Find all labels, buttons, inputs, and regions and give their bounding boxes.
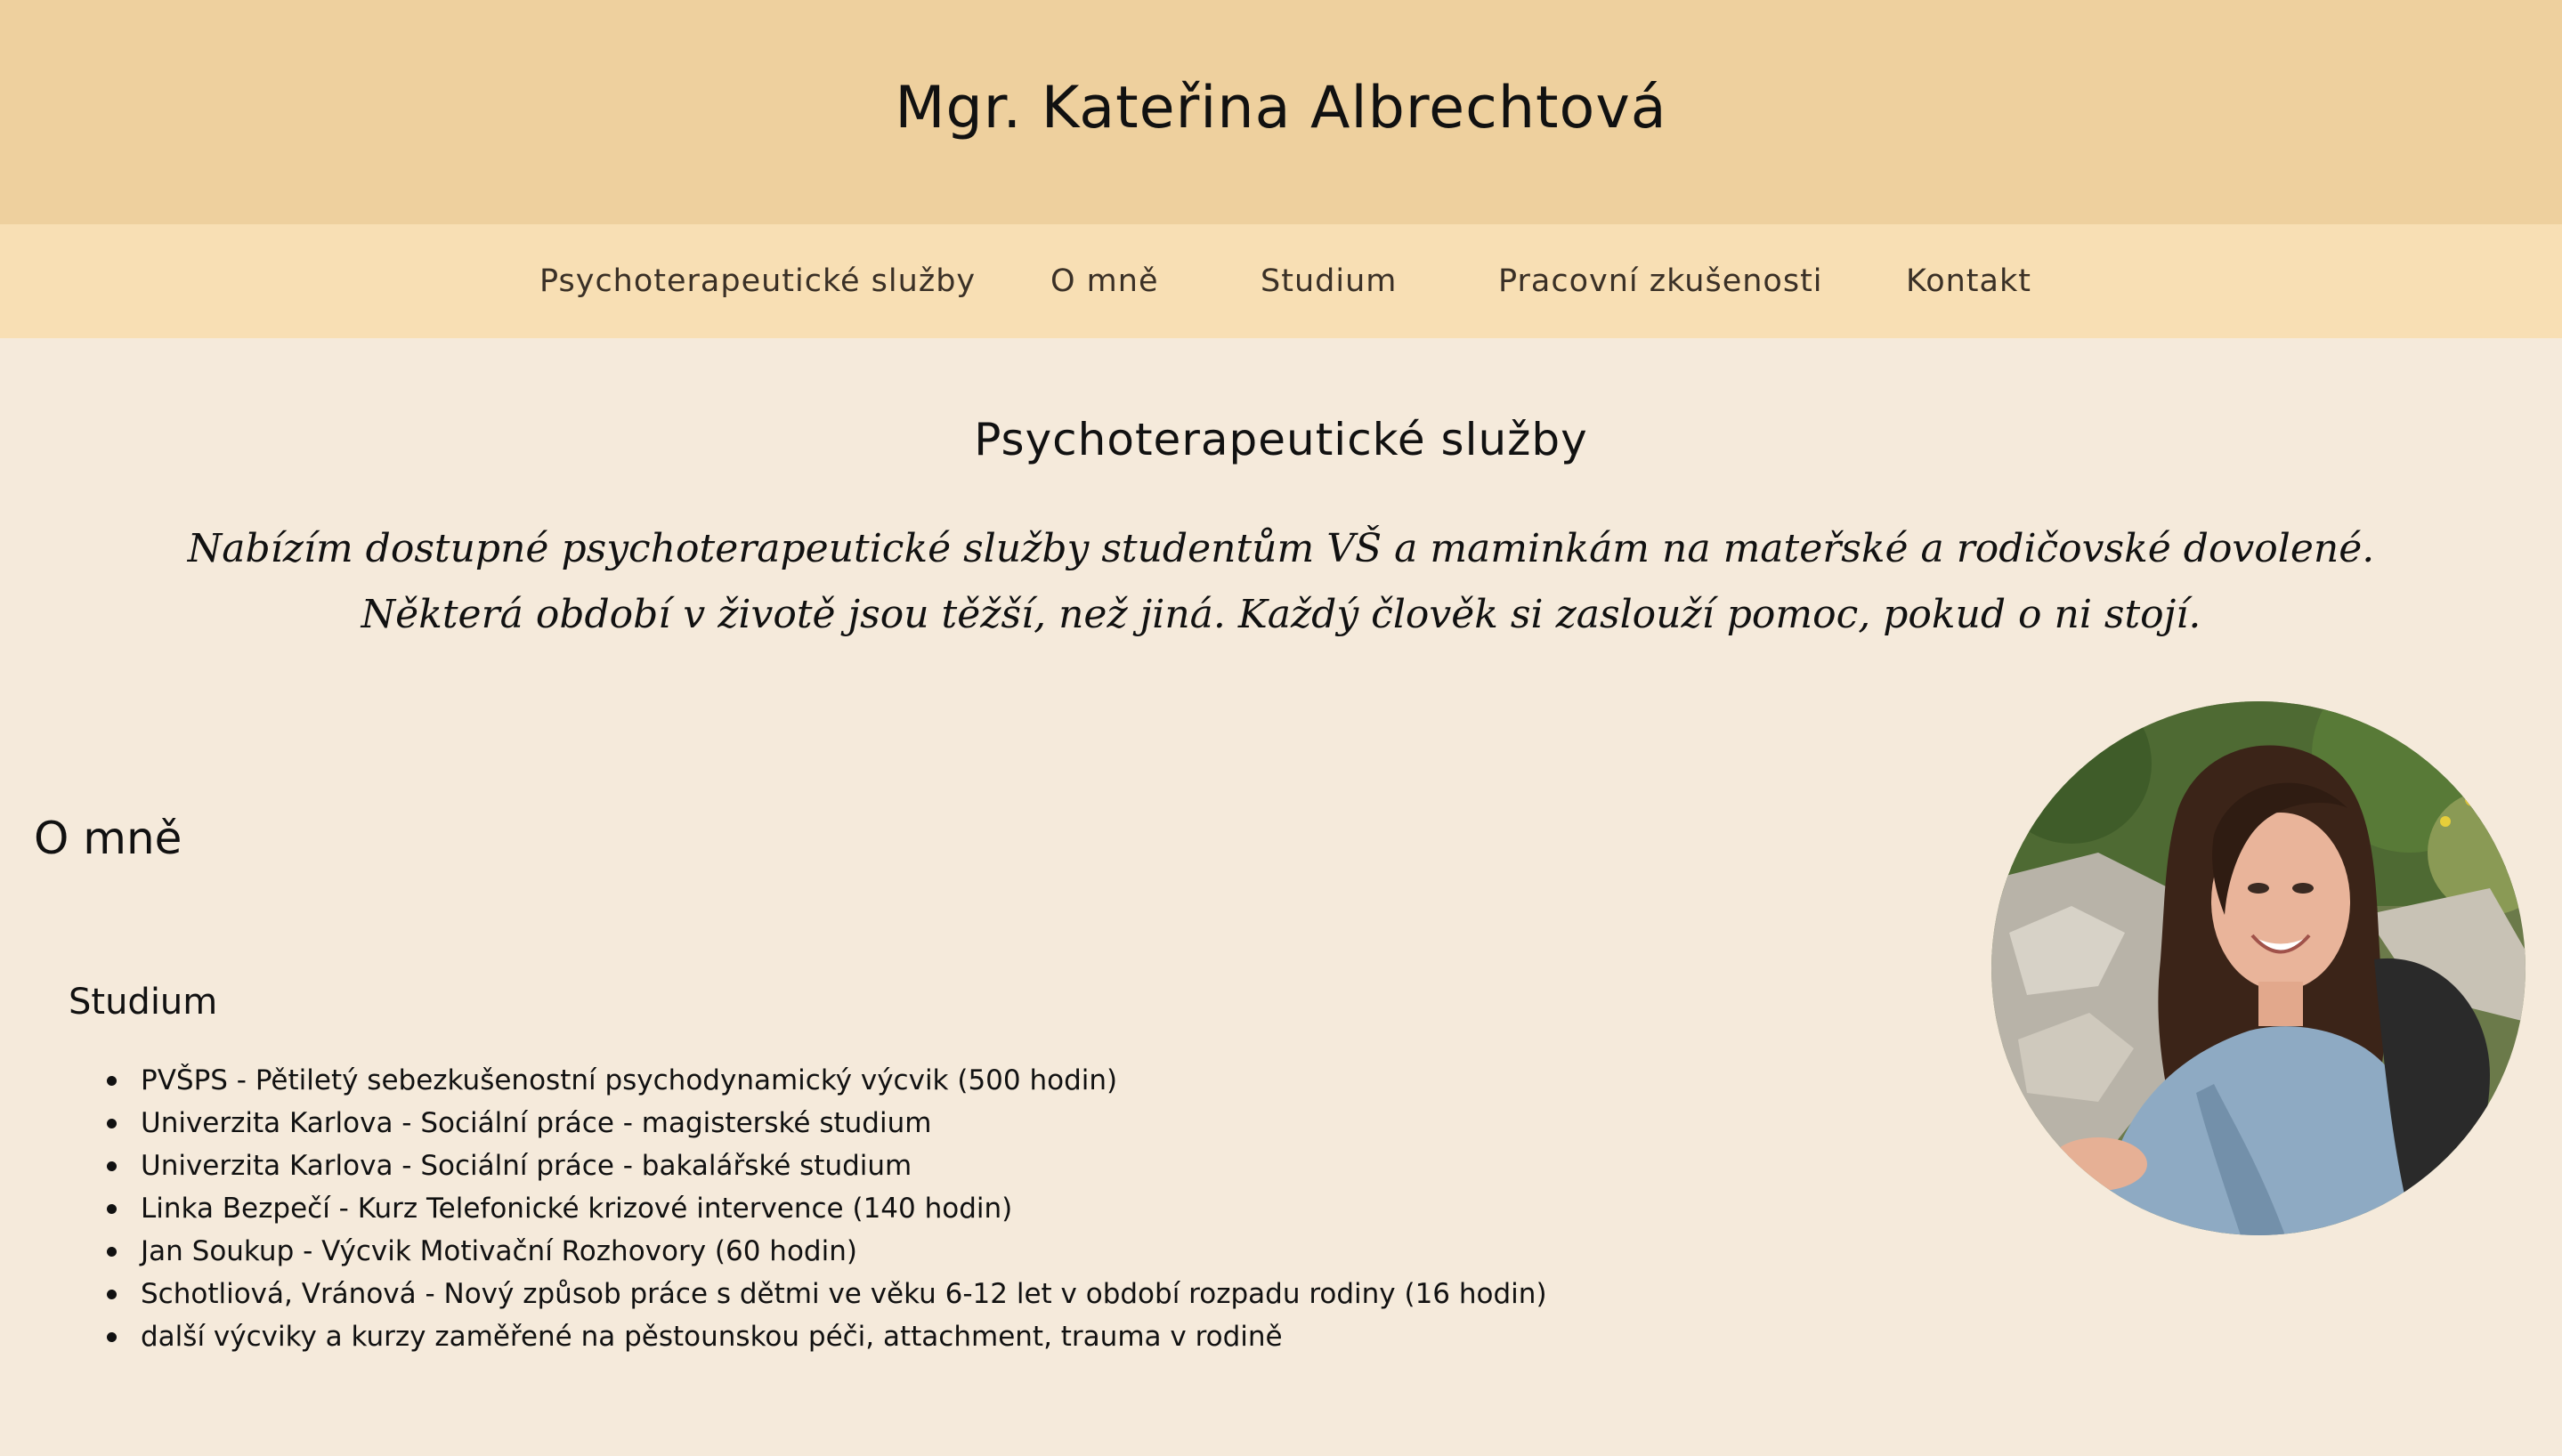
main-nav: Psychoterapeutické služby O mně Studium …	[0, 224, 2562, 338]
services-tagline-line-2: Některá období v životě jsou těžší, než …	[361, 592, 2201, 637]
studium-title: Studium	[69, 982, 218, 1023]
list-item: Linka Bezpečí - Kurz Telefonické krizové…	[107, 1187, 1547, 1230]
list-item: PVŠPS - Pětiletý sebezkušenostní psychod…	[107, 1059, 1547, 1102]
services-tagline-line-1: Nabízím dostupné psychoterapeutické služ…	[187, 526, 2375, 571]
site-title: Mgr. Kateřina Albrechtová	[895, 75, 1667, 142]
nav-item-work-experience[interactable]: Pracovní zkušenosti	[1498, 260, 1823, 303]
list-item: Jan Soukup - Výcvik Motivační Rozhovory …	[107, 1230, 1547, 1273]
portrait-photo	[1991, 701, 2526, 1235]
site-header: Mgr. Kateřina Albrechtová	[0, 0, 2562, 224]
nav-item-services[interactable]: Psychoterapeutické služby	[539, 260, 976, 303]
services-tagline: Nabízím dostupné psychoterapeutické služ…	[0, 516, 2562, 648]
list-item: Schotliová, Vránová - Nový způsob práce …	[107, 1273, 1547, 1315]
portrait-illustration	[1991, 701, 2526, 1235]
nav-item-contact[interactable]: Kontakt	[1906, 260, 2031, 303]
nav-item-about[interactable]: O mně	[1050, 260, 1158, 303]
list-item: další výcviky a kurzy zaměřené na pěstou…	[107, 1315, 1547, 1358]
nav-item-studium[interactable]: Studium	[1261, 260, 1397, 303]
about-title: O mně	[34, 813, 182, 864]
list-item: Univerzita Karlova - Sociální práce - ma…	[107, 1102, 1547, 1145]
list-item: Univerzita Karlova - Sociální práce - ba…	[107, 1145, 1547, 1187]
services-title: Psychoterapeutické služby	[974, 414, 1588, 465]
studium-list: PVŠPS - Pětiletý sebezkušenostní psychod…	[69, 1059, 1547, 1358]
